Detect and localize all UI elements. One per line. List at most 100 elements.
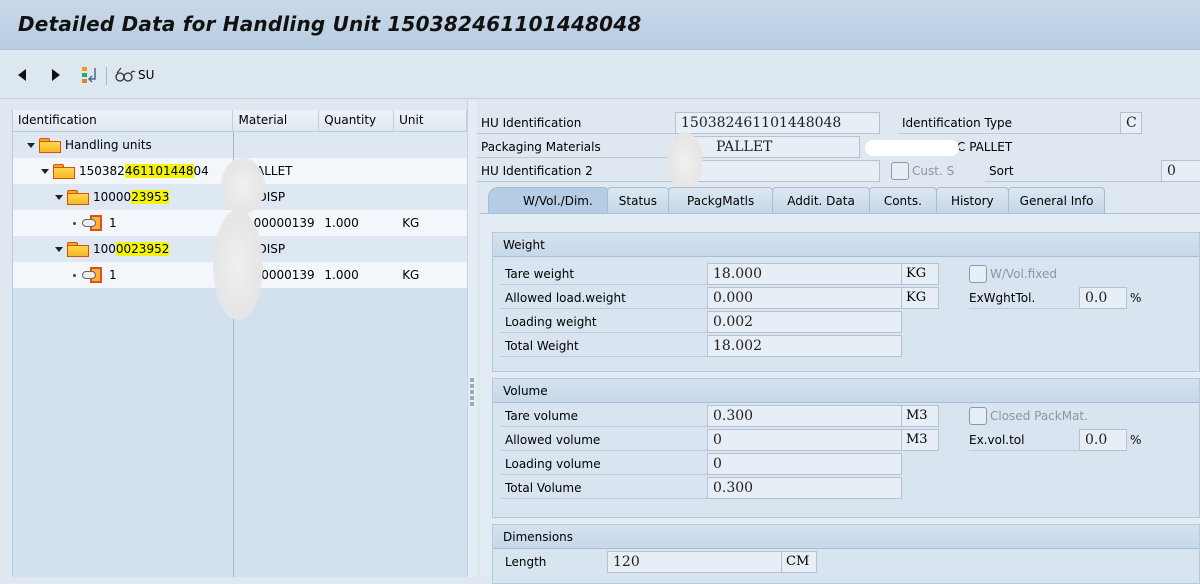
- title-bar: Detailed Data for Handling Unit 15038246…: [0, 0, 1200, 50]
- hu-identification-label: HU Identification: [477, 112, 675, 134]
- expand-icon[interactable]: [41, 168, 49, 174]
- hu-identification2-label: HU Identification 2: [477, 160, 675, 182]
- panel-splitter[interactable]: [467, 100, 477, 577]
- folder-icon: [67, 242, 89, 257]
- closed-packmat-label: Closed PackMat.: [990, 409, 1088, 423]
- column-material[interactable]: Material: [233, 110, 320, 131]
- total-volume-field[interactable]: 0.300: [707, 477, 902, 499]
- tare-weight-unit[interactable]: KG: [901, 263, 939, 285]
- tree-row[interactable]: Handling units: [13, 132, 467, 158]
- w-vol-fixed-checkbox[interactable]: [969, 265, 987, 283]
- folder-icon: [53, 164, 75, 179]
- triangle-left-icon: [18, 69, 26, 81]
- allowed-load-weight-unit[interactable]: KG: [901, 287, 939, 309]
- total-weight-field[interactable]: 18.002: [707, 335, 902, 357]
- hu-tree: Identification Material Quantity Unit Ha…: [12, 110, 467, 577]
- total-volume-label: Total Volume: [501, 477, 707, 499]
- loading-volume-label: Loading volume: [501, 453, 707, 475]
- hu-header: HU Identification 150382461101448048 Ide…: [477, 110, 1200, 192]
- loading-weight-label: Loading weight: [501, 311, 707, 333]
- leaf-bullet-icon: [73, 273, 76, 277]
- redaction-mark: [213, 210, 263, 320]
- allowed-load-weight-field[interactable]: 0.000: [707, 287, 902, 309]
- cust-s-checkbox[interactable]: [891, 162, 909, 180]
- total-weight-label: Total Weight: [501, 335, 707, 357]
- material-item-icon: [82, 215, 104, 231]
- redaction-mark: [865, 140, 959, 156]
- tab-conts[interactable]: Conts.: [868, 187, 937, 213]
- su-label: SU: [138, 68, 155, 82]
- identification-type-field[interactable]: C: [1120, 112, 1142, 134]
- column-quantity[interactable]: Quantity: [319, 110, 395, 131]
- length-field[interactable]: 120: [607, 551, 782, 573]
- tare-volume-unit[interactable]: M3: [901, 405, 939, 427]
- tree-node-label: Handling units: [65, 138, 152, 152]
- tree-node-label: 1: [109, 268, 117, 282]
- length-unit[interactable]: CM: [781, 551, 817, 573]
- closed-packmat-checkbox[interactable]: [969, 407, 987, 425]
- volume-group: Volume Tare volume 0.300 M3 Closed PackM…: [492, 378, 1200, 518]
- forward-button[interactable]: [52, 65, 60, 85]
- tab-general-info[interactable]: General Info: [1007, 187, 1106, 213]
- allowed-volume-field[interactable]: 0: [707, 429, 902, 451]
- tree-header: Identification Material Quantity Unit: [13, 110, 467, 132]
- toolbar: SU: [0, 51, 1200, 99]
- column-unit[interactable]: Unit: [394, 110, 467, 131]
- tab-strip: W/Vol./Dim. Status PackgMatls Addit. Dat…: [488, 187, 1106, 213]
- length-label: Length: [505, 555, 547, 569]
- material-item-icon: [82, 267, 104, 283]
- glasses-icon: [115, 67, 136, 82]
- tare-weight-field[interactable]: 18.000: [707, 263, 902, 285]
- tare-volume-field[interactable]: 0.300: [707, 405, 902, 427]
- allowed-volume-unit[interactable]: M3: [901, 429, 939, 451]
- unit-cell: KG: [402, 216, 420, 230]
- identification-type-label: Identification Type: [898, 112, 1120, 134]
- allowed-volume-label: Allowed volume: [501, 429, 707, 451]
- traffic-light-return-icon: [82, 67, 96, 83]
- volume-group-title: Volume: [493, 379, 1199, 403]
- ex-wght-tol-field[interactable]: 0.0: [1079, 287, 1127, 309]
- allowed-load-weight-label: Allowed load.weight: [501, 287, 707, 309]
- tab-status[interactable]: Status: [606, 187, 670, 213]
- hierarchy-button[interactable]: [80, 65, 100, 85]
- sort-label: Sort: [985, 160, 1161, 182]
- tab-history[interactable]: History: [935, 187, 1009, 213]
- column-identification[interactable]: Identification: [13, 110, 234, 131]
- ex-vol-tol-unit: %: [1130, 433, 1142, 447]
- redaction-mark: [221, 158, 265, 214]
- triangle-right-icon: [52, 69, 60, 81]
- toolbar-separator: [106, 67, 107, 85]
- back-button[interactable]: [18, 65, 26, 85]
- page-title: Detailed Data for Handling Unit 15038246…: [18, 12, 642, 36]
- su-button[interactable]: SU: [114, 65, 154, 85]
- tab-w-vol-dim[interactable]: W/Vol./Dim.: [488, 187, 608, 213]
- expand-icon[interactable]: [55, 246, 63, 252]
- ex-vol-tol-field[interactable]: 0.0: [1079, 429, 1127, 451]
- dimensions-group: Dimensions Length 120 CM: [492, 524, 1200, 584]
- loading-weight-field[interactable]: 0.002: [707, 311, 902, 333]
- sort-field[interactable]: 0: [1161, 160, 1200, 182]
- ex-wght-tol-unit: %: [1130, 291, 1142, 305]
- expand-icon[interactable]: [55, 194, 63, 200]
- packaging-materials-description: C PALLET: [957, 140, 1013, 154]
- hu-identification2-field[interactable]: [675, 160, 880, 182]
- expand-icon[interactable]: [27, 142, 35, 148]
- folder-icon: [67, 190, 89, 205]
- hu-identification-field[interactable]: 150382461101448048: [675, 112, 880, 134]
- dimensions-group-title: Dimensions: [493, 525, 1199, 549]
- folder-icon: [39, 138, 61, 153]
- packaging-materials-field[interactable]: PALLET: [675, 136, 860, 158]
- tree-node-label: 1000023953: [93, 190, 170, 204]
- ex-wght-tol-label: ExWghtTol.: [969, 287, 1079, 309]
- packaging-materials-label: Packaging Materials: [477, 136, 675, 158]
- loading-volume-field[interactable]: 0: [707, 453, 902, 475]
- tree-node-label: 1: [109, 216, 117, 230]
- tree-node-label: 15038246110144804: [79, 164, 209, 178]
- weight-group-title: Weight: [493, 233, 1199, 257]
- tab-addit-data[interactable]: Addit. Data: [772, 187, 870, 213]
- cust-s-label: Cust. S: [912, 164, 955, 178]
- tab-packgmatls[interactable]: PackgMatls: [668, 187, 774, 213]
- quantity-cell: 1.000: [324, 268, 359, 282]
- quantity-cell: 1.000: [324, 216, 359, 230]
- w-vol-fixed-label: W/Vol.fixed: [990, 267, 1057, 281]
